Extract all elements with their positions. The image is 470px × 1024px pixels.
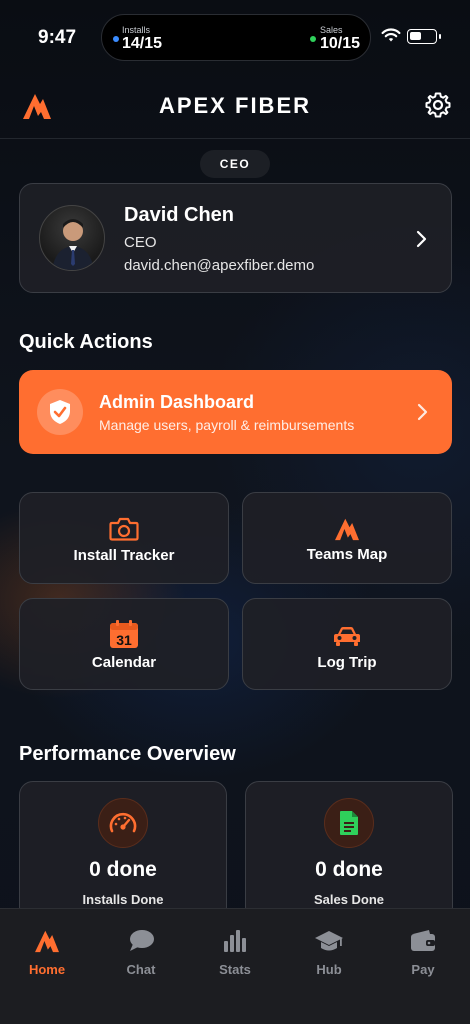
profile-email: david.chen@apexfiber.demo [124, 257, 315, 274]
chevron-right-icon [415, 230, 427, 253]
sales-done-card[interactable]: 0 done Sales Done [245, 781, 453, 921]
app-title: APEX FIBER [158, 93, 312, 118]
tab-chat[interactable]: Chat [101, 929, 181, 977]
log-trip-tile[interactable]: Log Trip [242, 598, 452, 690]
tab-home[interactable]: Home [7, 929, 87, 977]
sales-dot [310, 36, 316, 42]
wallet-icon [411, 930, 435, 951]
header-divider [0, 138, 470, 139]
admin-subtitle: Manage users, payroll & reimbursements [99, 417, 355, 433]
admin-dashboard-button[interactable]: Admin Dashboard Manage users, payroll & … [19, 370, 452, 454]
admin-title: Admin Dashboard [99, 392, 255, 412]
wifi-icon [381, 28, 401, 48]
status-time: 9:47 [38, 27, 77, 48]
speedometer-icon [98, 798, 148, 848]
tab-pay[interactable]: Pay [383, 929, 463, 977]
car-icon [333, 625, 361, 652]
tab-label: Chat [126, 962, 156, 977]
tab-label: Stats [219, 962, 251, 977]
tile-label: Teams Map [306, 546, 388, 563]
avatar [39, 205, 105, 271]
profile-role: CEO [124, 234, 157, 251]
stats-icon [224, 930, 246, 952]
installs-dot [113, 36, 119, 42]
installs-done-label: Installs Done [82, 892, 164, 907]
install-tracker-tile[interactable]: Install Tracker [19, 492, 229, 584]
tab-label: Home [28, 962, 66, 977]
sales-done-label: Sales Done [313, 892, 385, 907]
calendar-tile[interactable]: 31 Calendar [19, 598, 229, 690]
shield-check-icon [37, 389, 83, 435]
installs-done-value: 0 done [89, 858, 157, 881]
home-logo-icon [35, 930, 59, 953]
performance-title: Performance Overview [19, 743, 236, 765]
camera-icon [109, 517, 139, 546]
graduation-cap-icon [315, 931, 343, 951]
chevron-right-icon [416, 403, 428, 426]
settings-gear-icon[interactable] [424, 91, 452, 124]
quick-actions-title: Quick Actions [19, 331, 153, 353]
chat-icon [130, 930, 154, 951]
calendar-icon: 31 [109, 619, 139, 654]
teams-map-tile[interactable]: Teams Map [242, 492, 452, 584]
dynamic-island-activity[interactable]: Installs 14/15 Sales 10/15 [101, 14, 371, 61]
apex-logo-icon [334, 517, 360, 546]
battery-icon [407, 29, 441, 44]
sales-label: Sales [320, 25, 343, 35]
sales-done-value: 0 done [315, 858, 383, 881]
tile-label: Install Tracker [73, 547, 175, 564]
tab-label: Pay [411, 962, 435, 977]
tab-label: Hub [316, 962, 342, 977]
tab-bar: Home Chat Stats Hub Pay [0, 908, 470, 1024]
installs-done-card[interactable]: 0 done Installs Done [19, 781, 227, 921]
installs-value: 14/15 [122, 35, 163, 52]
tab-stats[interactable]: Stats [195, 929, 275, 977]
role-badge: CEO [200, 150, 270, 178]
tile-label: Log Trip [317, 654, 377, 671]
profile-card[interactable]: David Chen CEO david.chen@apexfiber.demo [19, 183, 452, 293]
sales-value: 10/15 [320, 35, 361, 52]
tab-hub[interactable]: Hub [289, 929, 369, 977]
document-icon [324, 798, 374, 848]
installs-label: Installs [122, 25, 151, 35]
tile-label: Calendar [91, 654, 157, 671]
profile-name: David Chen [124, 204, 235, 226]
calendar-badge: 31 [116, 632, 132, 648]
